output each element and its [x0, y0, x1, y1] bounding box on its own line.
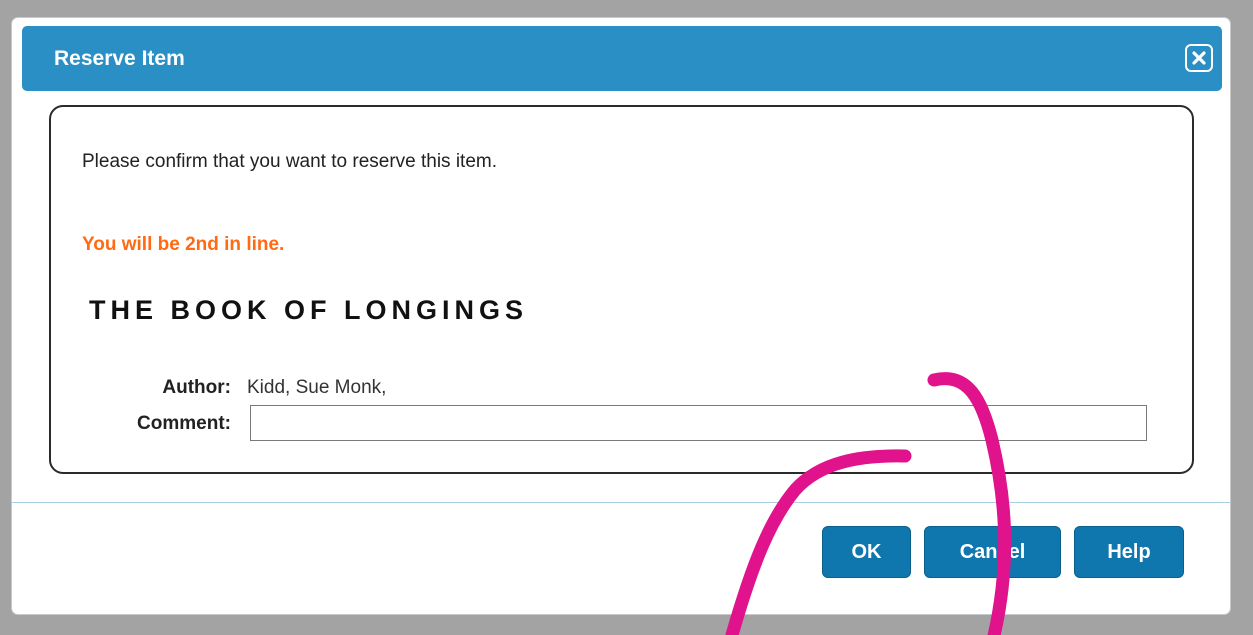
- dialog-titlebar: Reserve Item: [22, 26, 1222, 91]
- dialog-title: Reserve Item: [54, 47, 185, 70]
- reservation-details-panel: Please confirm that you want to reserve …: [49, 105, 1194, 474]
- help-button[interactable]: Help: [1074, 526, 1184, 578]
- ok-button[interactable]: OK: [822, 526, 911, 578]
- footer-divider: [12, 502, 1230, 503]
- author-label: Author:: [162, 377, 231, 398]
- comment-field[interactable]: [250, 405, 1147, 441]
- close-button[interactable]: [1185, 44, 1213, 72]
- comment-label: Comment:: [137, 413, 231, 434]
- reserve-item-dialog: Reserve Item Please confirm that you wan…: [12, 18, 1230, 614]
- confirm-message: Please confirm that you want to reserve …: [82, 151, 498, 172]
- book-title: THE BOOK OF LONGINGS: [89, 295, 529, 325]
- author-value: Kidd, Sue Monk,: [247, 377, 387, 398]
- close-icon: [1192, 51, 1206, 65]
- queue-position-message: You will be 2nd in line.: [82, 234, 285, 255]
- cancel-button[interactable]: Cancel: [924, 526, 1061, 578]
